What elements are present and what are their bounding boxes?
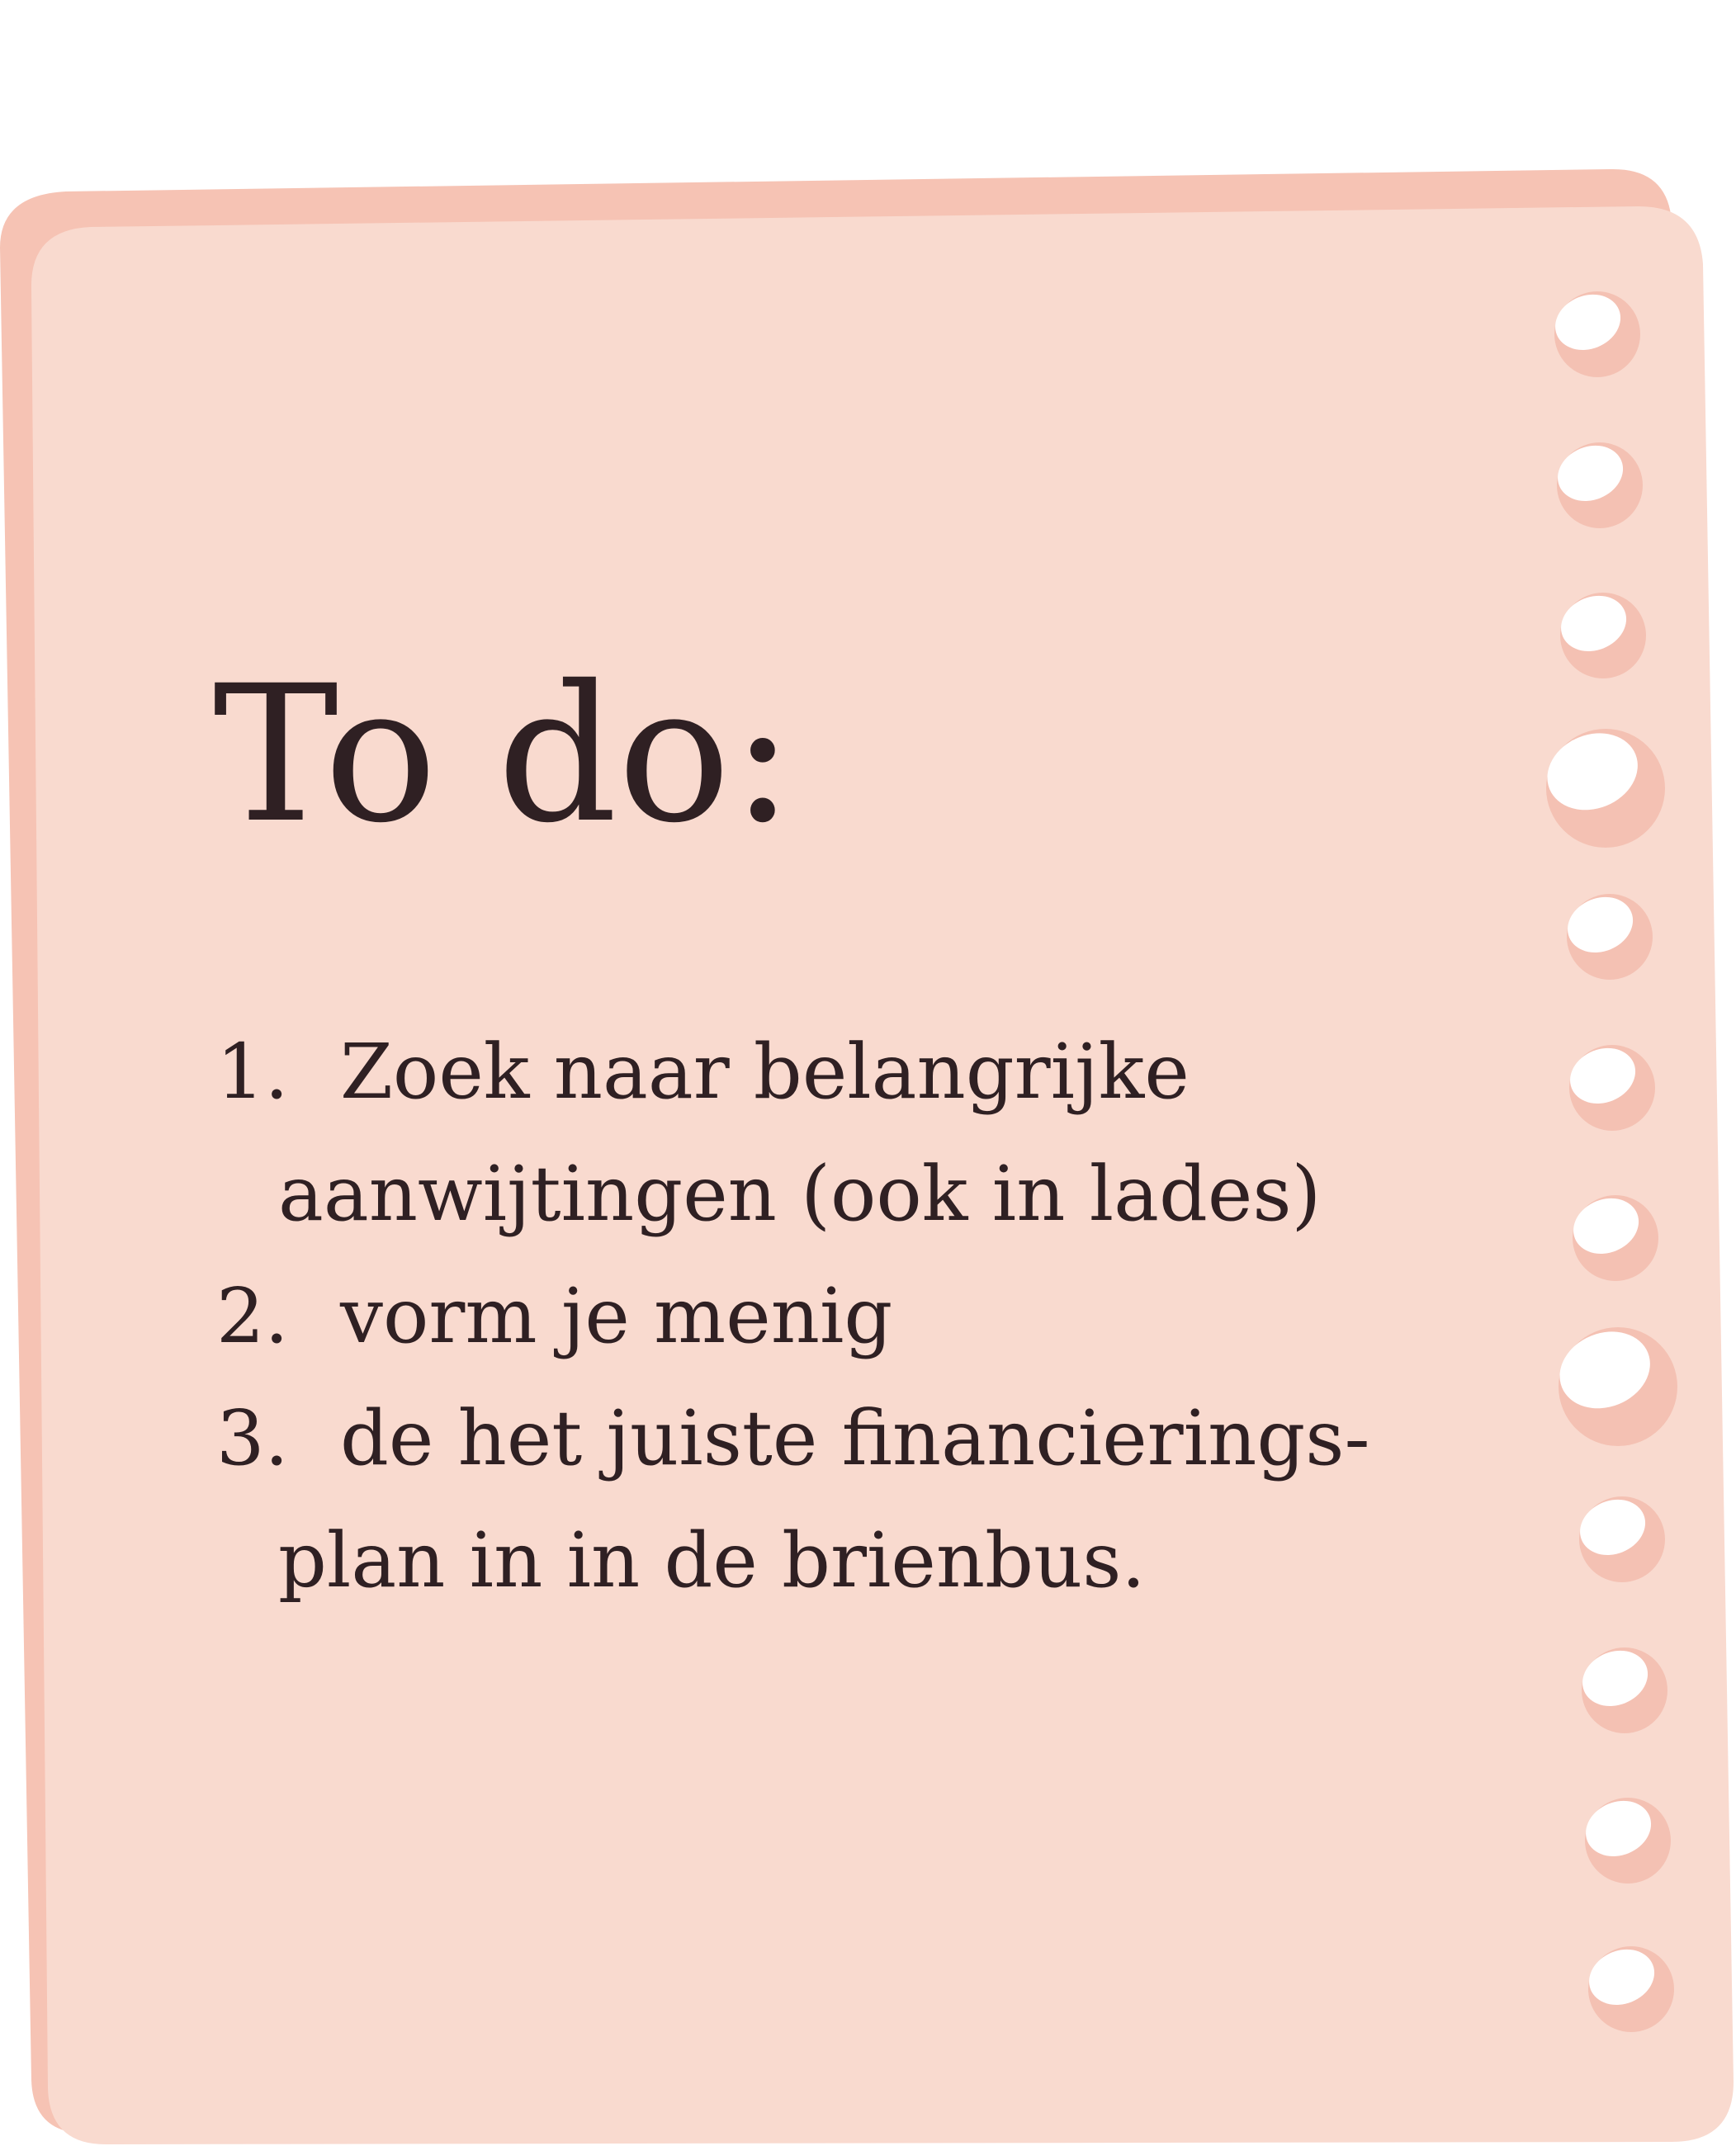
notepad-illustration: To do: 1. Zoek naar belangrijke aanwijti… [0, 0, 1736, 2146]
todo-number: 3. [216, 1394, 289, 1482]
todo-item: 3. de het juiste financierings- plan in … [216, 1378, 1370, 1622]
todo-list: 1. Zoek naar belangrijke aanwijtingen (o… [216, 1011, 1370, 1622]
todo-line: Zoek naar belangrijke [340, 1028, 1190, 1116]
todo-item: 2. vorm je menig [216, 1255, 1370, 1378]
page-title: To do: [213, 645, 795, 864]
todo-text: de het juiste financierings- plan in in … [278, 1378, 1370, 1622]
todo-line: vorm je menig [340, 1272, 893, 1360]
todo-item: 1. Zoek naar belangrijke aanwijtingen (o… [216, 1011, 1370, 1255]
todo-number: 2. [216, 1272, 289, 1360]
todo-text: vorm je menig [340, 1255, 892, 1378]
todo-number: 1. [216, 1028, 289, 1116]
todo-line: plan in in de brienbus. [278, 1516, 1146, 1605]
todo-line: de het juiste financierings- [340, 1394, 1370, 1482]
todo-text: Zoek naar belangrijke aanwijtingen (ook … [278, 1011, 1321, 1255]
todo-line: aanwijtingen (ook in lades) [278, 1150, 1322, 1238]
